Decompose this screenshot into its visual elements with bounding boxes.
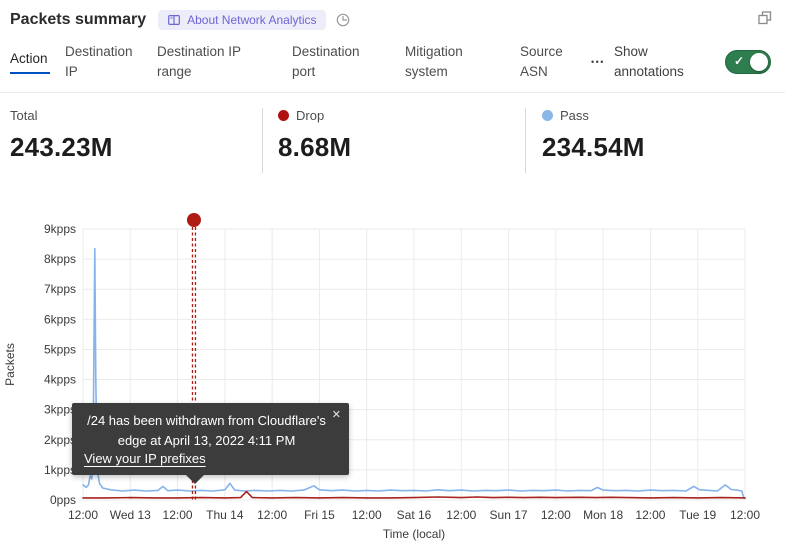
y-axis-title: Packets <box>3 343 17 386</box>
y-tick-label: 0pps <box>50 493 76 507</box>
dimension-tabs: Action Destination IP Destination IP ran… <box>0 42 785 93</box>
page-title: Packets summary <box>10 11 146 29</box>
stat-pass-label: Pass <box>560 108 589 123</box>
x-tick-label: 12:00 <box>730 508 760 522</box>
x-tick-label: Mon 18 <box>583 508 623 522</box>
y-tick-label: 4kpps <box>44 373 76 387</box>
x-tick-label: 12:00 <box>352 508 382 522</box>
show-annotations-label: Show annotations <box>614 42 700 81</box>
view-ip-prefixes-link[interactable]: View your IP prefixes <box>84 451 206 466</box>
x-tick-label: 12:00 <box>635 508 665 522</box>
tooltip-close-icon[interactable]: ✕ <box>332 408 341 421</box>
stat-total-label: Total <box>10 108 37 123</box>
toggle-knob <box>750 53 768 71</box>
annotation-marker-dot[interactable] <box>187 213 201 227</box>
more-tabs-button[interactable]: ••• <box>591 57 605 67</box>
time-period-icon[interactable] <box>335 12 351 28</box>
tab-destination-ip-range[interactable]: Destination IP range <box>157 42 252 81</box>
x-axis-title: Time (local) <box>383 527 445 541</box>
x-tick-label: 12:00 <box>163 508 193 522</box>
x-tick-label: Sat 16 <box>397 508 432 522</box>
drop-dot-icon <box>278 110 289 121</box>
book-icon <box>167 13 181 27</box>
popout-icon[interactable] <box>757 10 773 31</box>
tab-destination-ip[interactable]: Destination IP <box>65 42 140 81</box>
stat-total-value: 243.23M <box>10 132 262 163</box>
packets-time-series-chart[interactable]: 0pps1kpps2kpps3kpps4kpps5kpps6kpps7kpps8… <box>0 205 785 555</box>
badge-label: About Network Analytics <box>187 13 316 27</box>
x-tick-label: Fri 15 <box>304 508 335 522</box>
stat-drop: Drop 8.68M <box>262 108 525 173</box>
x-tick-label: Tue 19 <box>679 508 716 522</box>
tab-mitigation-system[interactable]: Mitigation system <box>405 42 480 81</box>
x-tick-label: 12:00 <box>446 508 476 522</box>
stat-total: Total 243.23M <box>10 108 262 173</box>
tab-destination-port[interactable]: Destination port <box>292 42 377 81</box>
packets-summary-panel: Packets summary About Network Analytics … <box>0 0 785 555</box>
show-annotations-toggle[interactable]: ✓ <box>725 50 771 74</box>
summary-stats: Total 243.23M Drop 8.68M Pass 234.54M <box>10 108 785 173</box>
tooltip-arrow <box>186 475 204 484</box>
tab-source-asn[interactable]: Source ASN <box>520 42 575 81</box>
pass-dot-icon <box>542 110 553 121</box>
x-tick-label: Sun 17 <box>490 508 528 522</box>
stat-drop-label: Drop <box>296 108 324 123</box>
stat-drop-value: 8.68M <box>278 132 525 163</box>
panel-header: Packets summary About Network Analytics <box>0 0 785 30</box>
check-icon: ✓ <box>734 54 744 68</box>
y-tick-label: 9kpps <box>44 222 76 236</box>
about-network-analytics-badge[interactable]: About Network Analytics <box>158 10 325 30</box>
y-tick-label: 8kpps <box>44 252 76 266</box>
stat-pass: Pass 234.54M <box>525 108 745 173</box>
x-tick-label: Wed 13 <box>110 508 151 522</box>
annotation-message: /24 has been withdrawn from Cloudflare's… <box>84 411 337 450</box>
stat-pass-value: 234.54M <box>542 132 745 163</box>
tab-action[interactable]: Action <box>10 49 50 74</box>
chart-area: 0pps1kpps2kpps3kpps4kpps5kpps6kpps7kpps8… <box>0 205 785 555</box>
x-tick-label: Thu 14 <box>206 508 244 522</box>
y-tick-label: 6kpps <box>44 312 76 326</box>
x-tick-label: 12:00 <box>257 508 287 522</box>
y-tick-label: 5kpps <box>44 342 76 356</box>
y-tick-label: 7kpps <box>44 282 76 296</box>
annotation-tooltip: ✕ /24 has been withdrawn from Cloudflare… <box>72 403 349 475</box>
x-tick-label: 12:00 <box>541 508 571 522</box>
x-tick-label: 12:00 <box>68 508 98 522</box>
